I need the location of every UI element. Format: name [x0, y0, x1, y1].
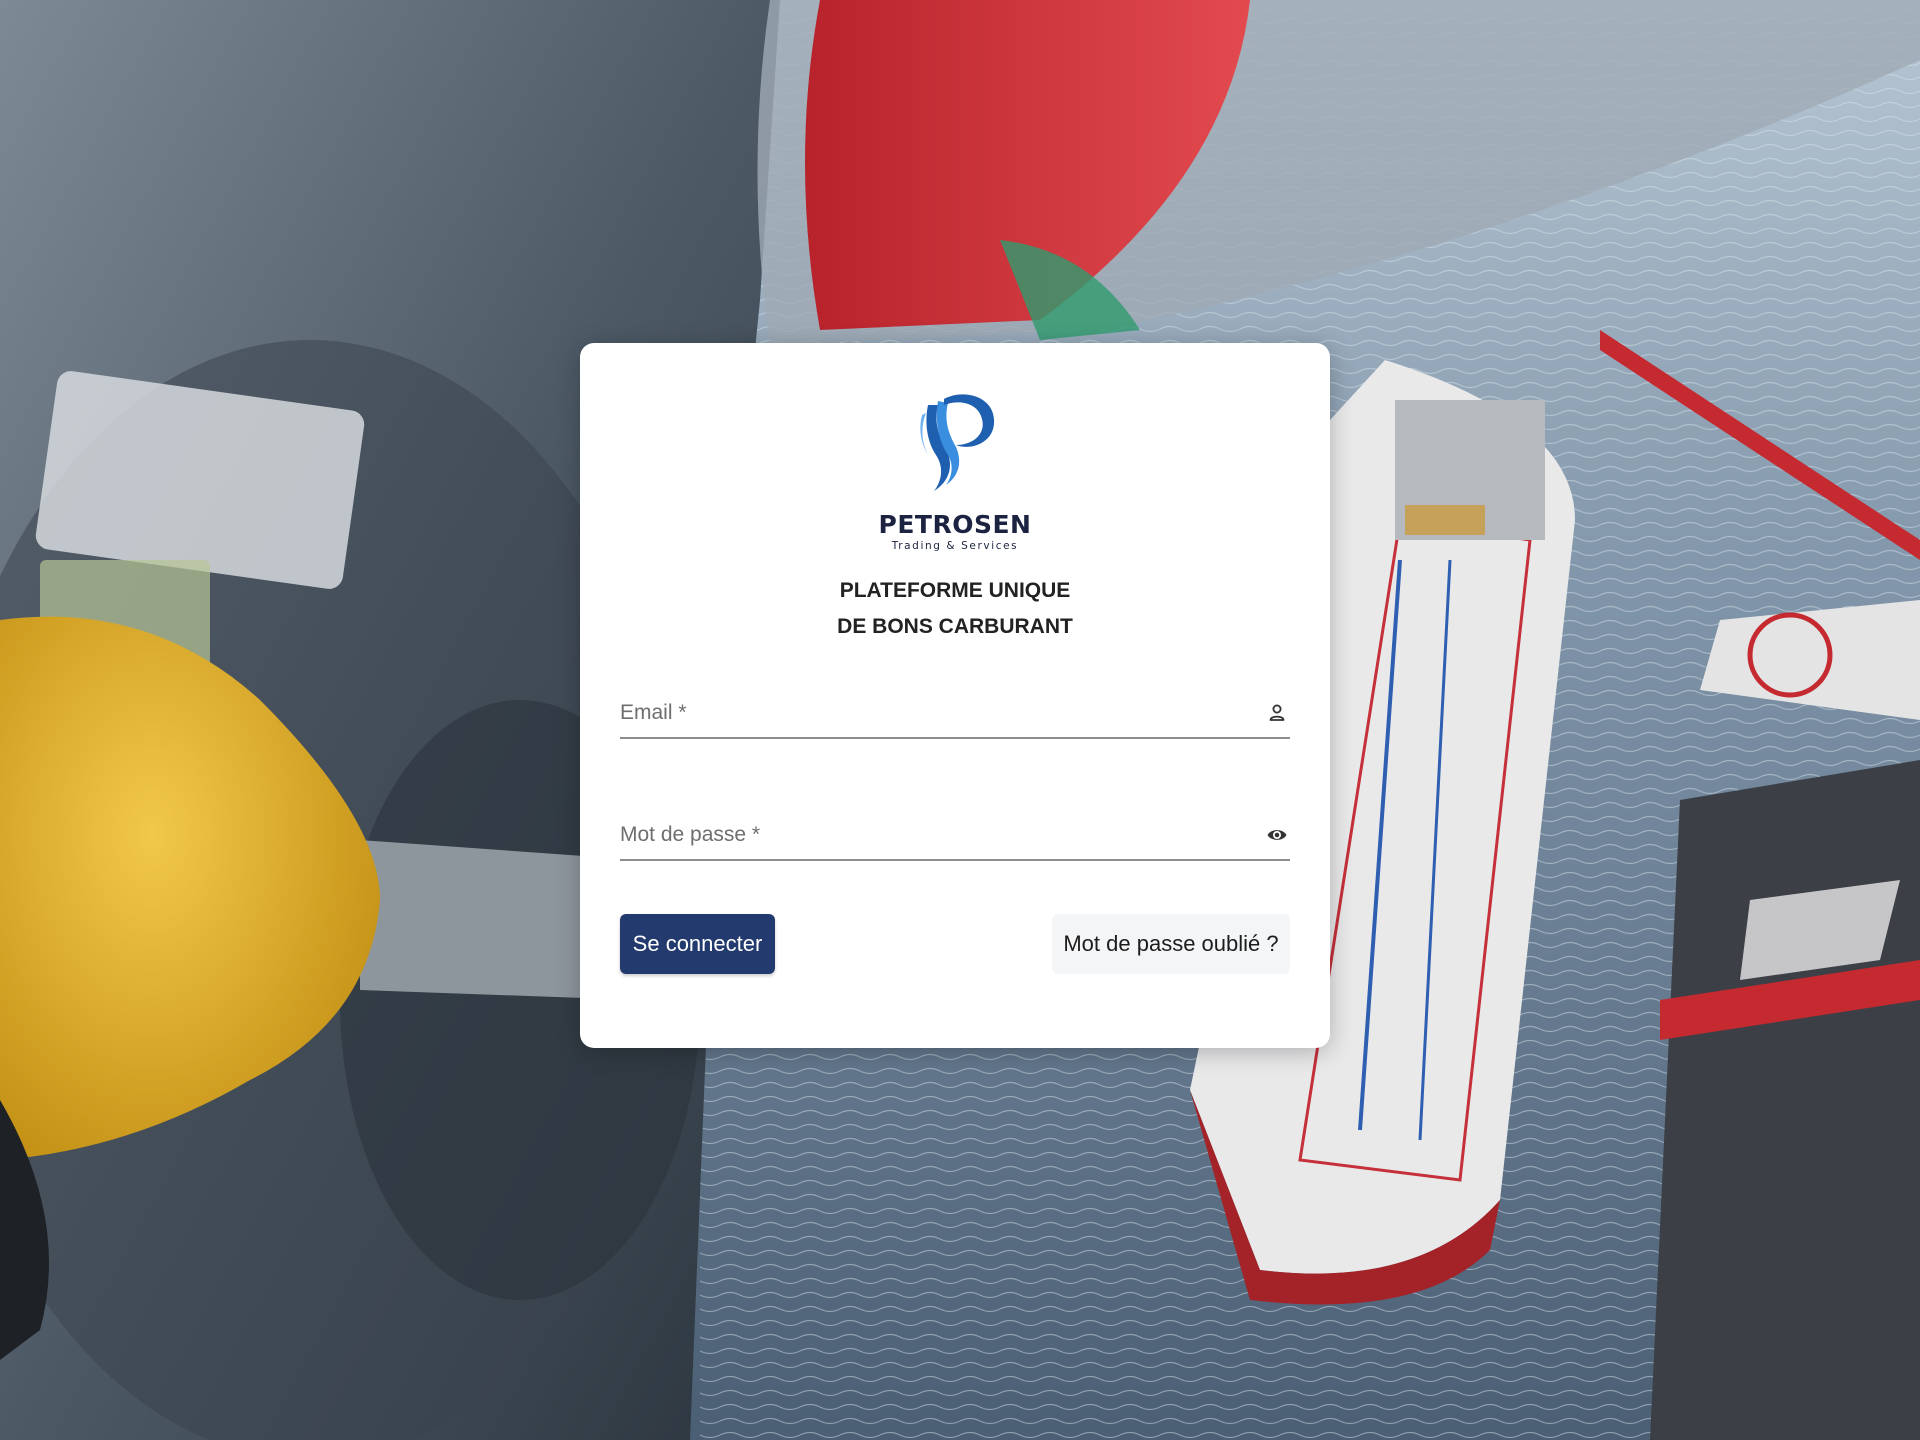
- person-icon: [1269, 704, 1285, 721]
- email-input[interactable]: [620, 691, 1240, 735]
- page-title: PLATEFORME UNIQUE DE BONS CARBURANT: [580, 573, 1330, 645]
- brand-name: PETROSEN: [878, 510, 1032, 539]
- password-input[interactable]: [620, 813, 1240, 857]
- title-line-2: DE BONS CARBURANT: [837, 615, 1073, 638]
- email-field: [620, 691, 1290, 739]
- login-card: PETROSEN Trading & Services PLATEFORME U…: [580, 343, 1330, 1048]
- title-line-1: PLATEFORME UNIQUE: [839, 579, 1071, 602]
- forgot-password-button[interactable]: Mot de passe oublié ?: [1052, 914, 1290, 974]
- brand-tagline: Trading & Services: [891, 540, 1019, 552]
- login-button[interactable]: Se connecter: [620, 914, 775, 974]
- password-field: [620, 813, 1290, 861]
- logo: PETROSEN Trading & Services: [580, 385, 1330, 552]
- eye-icon[interactable]: [1266, 824, 1288, 846]
- login-page: PETROSEN Trading & Services PLATEFORME U…: [0, 0, 1920, 1440]
- petrosen-logo-mark: [920, 394, 995, 491]
